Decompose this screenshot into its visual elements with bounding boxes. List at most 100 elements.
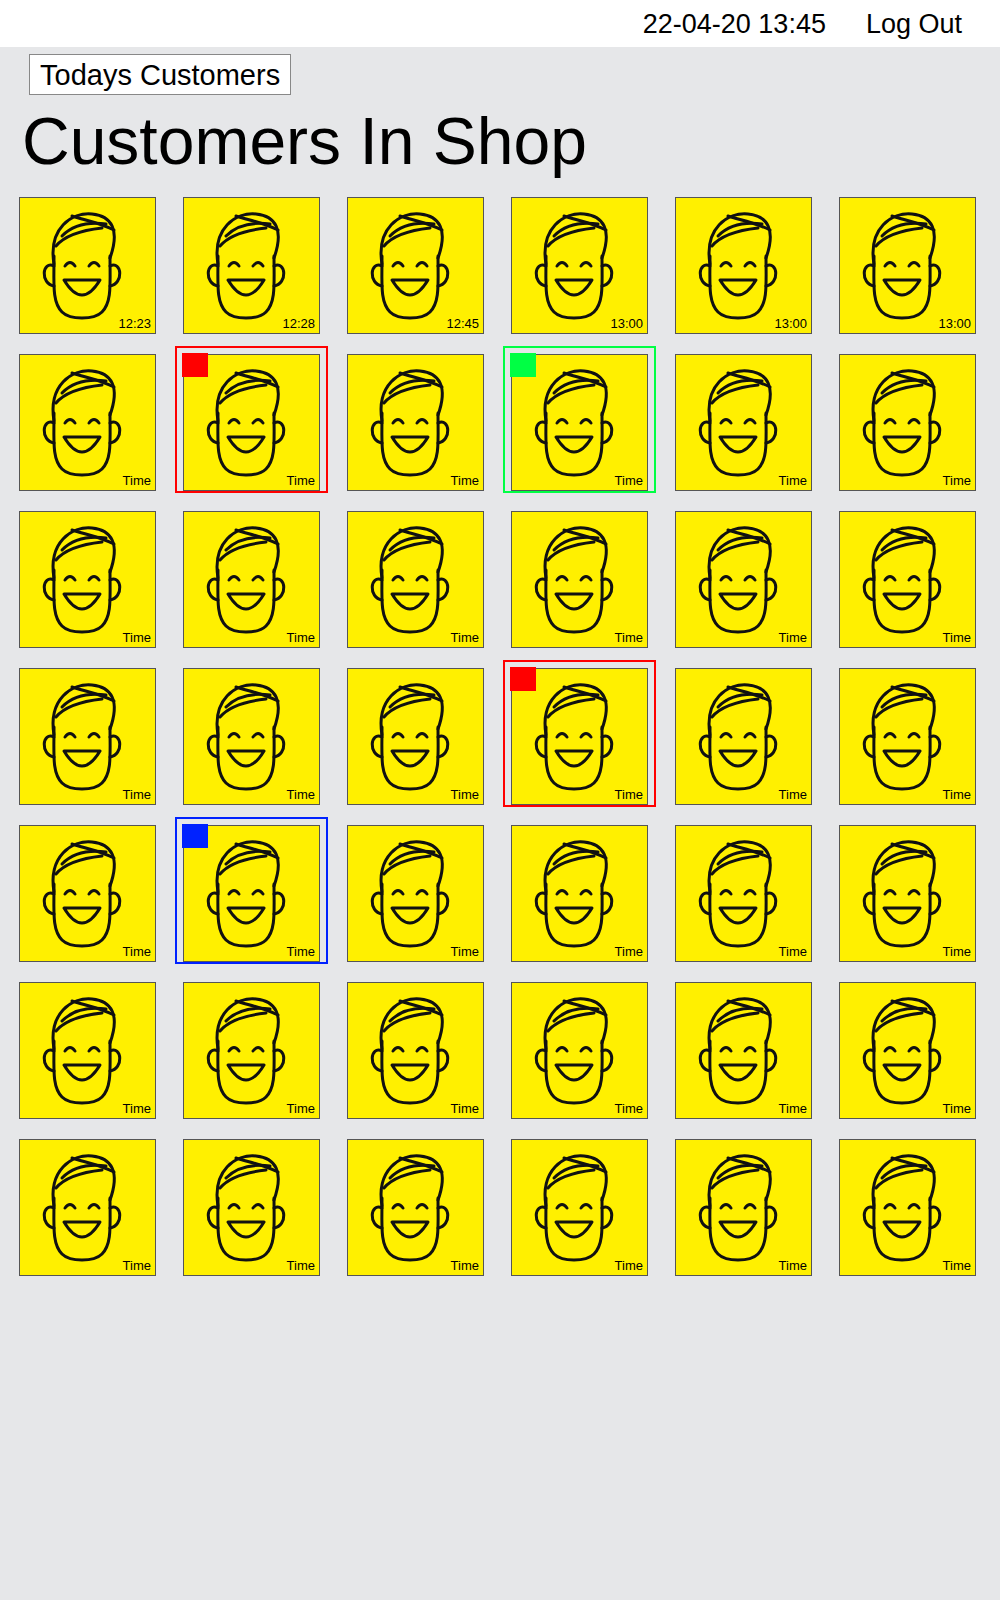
customer-card[interactable]: Time bbox=[839, 825, 976, 962]
customer-card[interactable]: Time bbox=[183, 511, 320, 648]
flag-marker bbox=[182, 353, 208, 377]
customer-face-icon bbox=[32, 991, 132, 1111]
customer-face-icon bbox=[524, 677, 624, 797]
customer-card[interactable]: Time bbox=[183, 825, 320, 962]
customer-face-icon bbox=[196, 520, 296, 640]
arrival-time: Time bbox=[451, 473, 479, 489]
arrival-time: Time bbox=[287, 1258, 315, 1274]
arrival-time: Time bbox=[779, 944, 807, 960]
customer-card[interactable]: Time bbox=[675, 982, 812, 1119]
customer-card[interactable]: Time bbox=[183, 982, 320, 1119]
customer-card[interactable]: Time bbox=[19, 825, 156, 962]
customer-card[interactable]: 12:45 bbox=[347, 197, 484, 334]
customer-face-icon bbox=[32, 677, 132, 797]
arrival-time: Time bbox=[451, 1258, 479, 1274]
arrival-time: 12:23 bbox=[118, 316, 151, 332]
customer-face-icon bbox=[32, 520, 132, 640]
customer-face-icon bbox=[360, 363, 460, 483]
customer-card[interactable]: Time bbox=[839, 511, 976, 648]
customer-card[interactable]: Time bbox=[511, 354, 648, 491]
page-heading: Customers In Shop bbox=[0, 107, 1000, 175]
arrival-time: Time bbox=[779, 630, 807, 646]
logout-button[interactable]: Log Out bbox=[866, 8, 962, 40]
customer-card[interactable]: Time bbox=[839, 1139, 976, 1276]
customer-face-icon bbox=[360, 206, 460, 326]
arrival-time: Time bbox=[287, 630, 315, 646]
customer-face-icon bbox=[196, 834, 296, 954]
customer-card[interactable]: 13:00 bbox=[675, 197, 812, 334]
customer-face-icon bbox=[524, 1148, 624, 1268]
customer-card[interactable]: Time bbox=[839, 354, 976, 491]
arrival-time: Time bbox=[451, 1101, 479, 1117]
customer-face-icon bbox=[196, 363, 296, 483]
customer-face-icon bbox=[360, 834, 460, 954]
flag-marker bbox=[510, 353, 536, 377]
arrival-time: Time bbox=[123, 630, 151, 646]
arrival-time: Time bbox=[779, 1101, 807, 1117]
customer-face-icon bbox=[688, 363, 788, 483]
customer-face-icon bbox=[32, 363, 132, 483]
arrival-time: Time bbox=[943, 473, 971, 489]
arrival-time: Time bbox=[451, 630, 479, 646]
customer-card[interactable]: Time bbox=[511, 511, 648, 648]
customer-face-icon bbox=[852, 677, 952, 797]
customer-card[interactable]: Time bbox=[675, 1139, 812, 1276]
customer-face-icon bbox=[852, 206, 952, 326]
customer-face-icon bbox=[852, 363, 952, 483]
arrival-time: Time bbox=[123, 787, 151, 803]
customer-card[interactable]: Time bbox=[675, 511, 812, 648]
arrival-time: Time bbox=[615, 630, 643, 646]
customer-card[interactable]: Time bbox=[839, 982, 976, 1119]
customer-card[interactable]: Time bbox=[19, 511, 156, 648]
customer-card[interactable]: Time bbox=[675, 354, 812, 491]
arrival-time: Time bbox=[615, 1258, 643, 1274]
customer-card[interactable]: 12:28 bbox=[183, 197, 320, 334]
arrival-time: Time bbox=[779, 787, 807, 803]
arrival-time: Time bbox=[123, 1101, 151, 1117]
customer-card[interactable]: Time bbox=[511, 668, 648, 805]
arrival-time: Time bbox=[615, 1101, 643, 1117]
customer-card[interactable]: Time bbox=[19, 982, 156, 1119]
customer-face-icon bbox=[524, 363, 624, 483]
arrival-time: Time bbox=[943, 1101, 971, 1117]
customer-card[interactable]: Time bbox=[347, 511, 484, 648]
customer-card[interactable]: Time bbox=[511, 1139, 648, 1276]
customer-card[interactable]: Time bbox=[347, 354, 484, 491]
customer-card[interactable]: Time bbox=[511, 982, 648, 1119]
arrival-time: Time bbox=[451, 944, 479, 960]
customer-face-icon bbox=[688, 206, 788, 326]
arrival-time: 13:00 bbox=[774, 316, 807, 332]
customer-card[interactable]: 13:00 bbox=[511, 197, 648, 334]
todays-customers-button[interactable]: Todays Customers bbox=[29, 54, 291, 95]
customer-card[interactable]: Time bbox=[183, 354, 320, 491]
customer-card[interactable]: Time bbox=[347, 1139, 484, 1276]
customer-card[interactable]: Time bbox=[347, 982, 484, 1119]
arrival-time: Time bbox=[123, 944, 151, 960]
customer-face-icon bbox=[688, 1148, 788, 1268]
customer-card[interactable]: Time bbox=[347, 825, 484, 962]
flag-marker bbox=[182, 824, 208, 848]
customer-card[interactable]: Time bbox=[19, 1139, 156, 1276]
arrival-time: Time bbox=[943, 944, 971, 960]
arrival-time: Time bbox=[287, 944, 315, 960]
customer-card[interactable]: 13:00 bbox=[839, 197, 976, 334]
customer-face-icon bbox=[524, 834, 624, 954]
customer-card[interactable]: Time bbox=[511, 825, 648, 962]
customer-face-icon bbox=[32, 834, 132, 954]
arrival-time: 13:00 bbox=[938, 316, 971, 332]
customer-card[interactable]: Time bbox=[19, 354, 156, 491]
customer-card[interactable]: Time bbox=[347, 668, 484, 805]
top-bar: 22-04-20 13:45Log Out bbox=[0, 0, 1000, 47]
customer-card[interactable]: Time bbox=[675, 668, 812, 805]
customer-card[interactable]: Time bbox=[183, 668, 320, 805]
app: 22-04-20 13:45Log Out Todays Customers Cus… bbox=[0, 0, 1000, 1600]
customer-face-icon bbox=[360, 991, 460, 1111]
customer-card[interactable]: Time bbox=[19, 668, 156, 805]
customer-card[interactable]: Time bbox=[183, 1139, 320, 1276]
customer-card[interactable]: Time bbox=[675, 825, 812, 962]
arrival-time: Time bbox=[287, 1101, 315, 1117]
customer-face-icon bbox=[360, 520, 460, 640]
customer-face-icon bbox=[32, 206, 132, 326]
customer-card[interactable]: 12:23 bbox=[19, 197, 156, 334]
customer-card[interactable]: Time bbox=[839, 668, 976, 805]
